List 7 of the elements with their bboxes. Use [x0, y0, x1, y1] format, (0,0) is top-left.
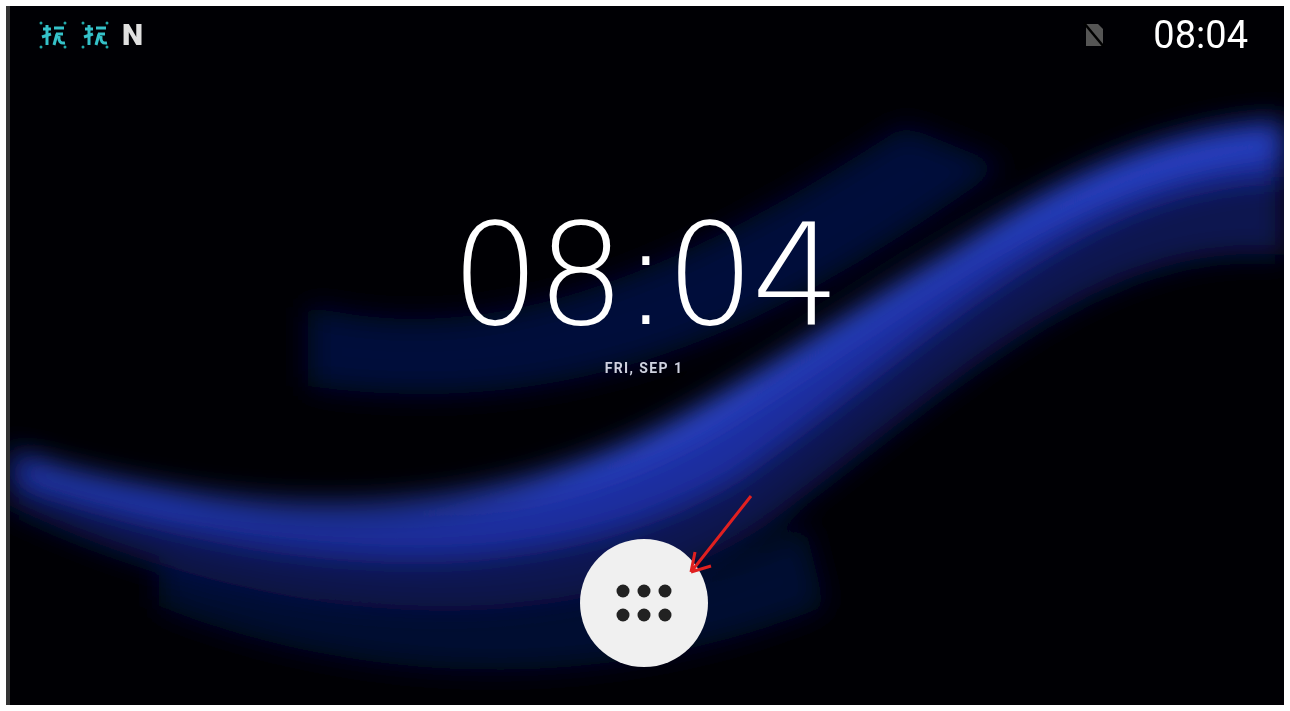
notification-icon: N [122, 20, 144, 50]
clock-time: 08:04 [451, 206, 837, 346]
status-time: 08:04 [1153, 16, 1248, 54]
clock-date: FRI, SEP 1 [604, 359, 684, 378]
app-notification-icon [38, 20, 68, 50]
app-grid-icon [615, 583, 673, 623]
app-notification-icon [80, 20, 110, 50]
